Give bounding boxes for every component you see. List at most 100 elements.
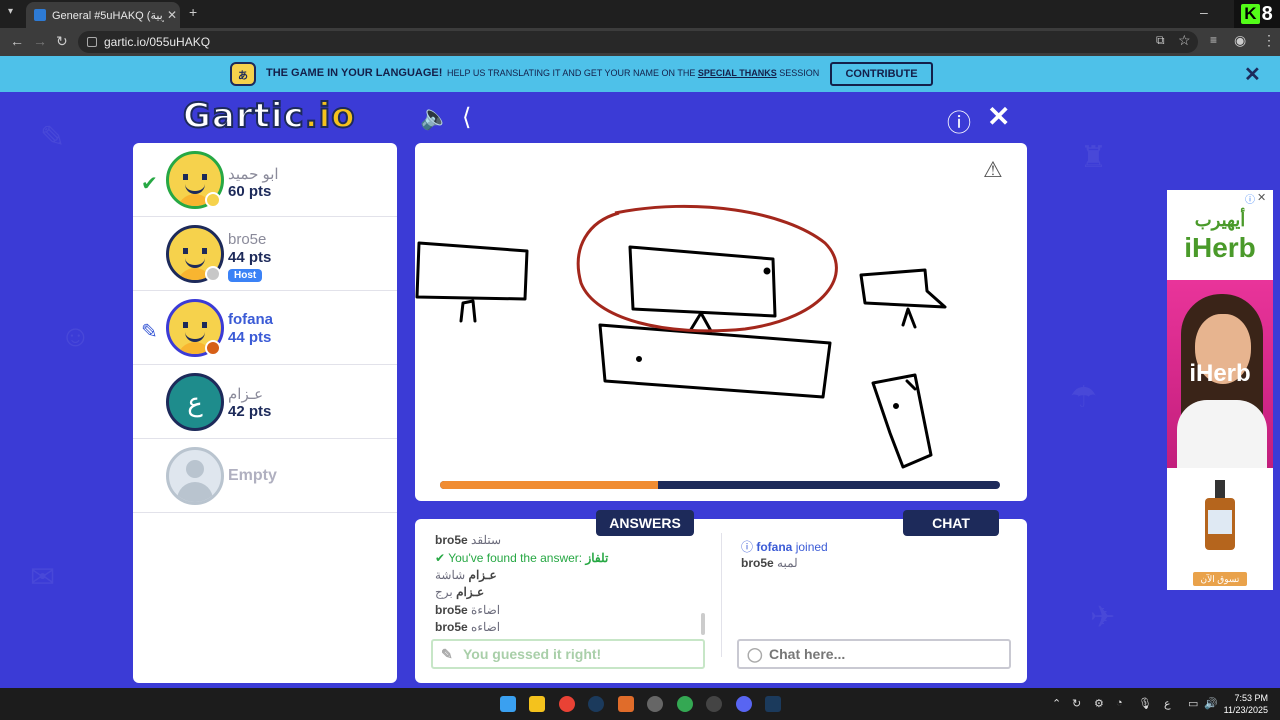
install-app-icon[interactable]: ⧉	[1156, 33, 1165, 48]
minimize-window-icon[interactable]: –	[1200, 4, 1208, 20]
banner-text-before: HELP US TRANSLATING IT AND GET YOUR NAME…	[447, 68, 698, 78]
player-name: عـزام	[228, 386, 264, 403]
banner-text: HELP US TRANSLATING IT AND GET YOUR NAME…	[447, 68, 819, 78]
start-menu-icon[interactable]	[500, 696, 516, 712]
player-name: Empty	[228, 467, 277, 484]
close-tab-icon[interactable]: ✕	[164, 8, 180, 22]
site-info-icon[interactable]	[87, 37, 97, 47]
drawing-stroke	[763, 267, 771, 275]
exit-icon[interactable]: ✕	[987, 100, 1010, 133]
answer-message: عـزام برج	[435, 585, 484, 599]
tray-overflow-icon[interactable]: ⌃	[1052, 697, 1061, 710]
translation-banner: あ THE GAME IN YOUR LANGUAGE! HELP US TRA…	[0, 56, 1280, 92]
affinity-icon[interactable]	[618, 696, 634, 712]
network-icon[interactable]: ▭	[1188, 697, 1198, 710]
chrome-profile-icon[interactable]	[677, 696, 693, 712]
background-doodle: ☺	[60, 320, 91, 353]
kick-badge: K 8	[1234, 0, 1280, 28]
tray-app-icon[interactable]: ⚙	[1094, 697, 1104, 710]
message-user: bro5e	[741, 556, 774, 570]
settings-gear-icon[interactable]	[647, 696, 663, 712]
steam-icon[interactable]	[588, 696, 604, 712]
avatar-letter: ع	[187, 386, 203, 417]
browser-address-bar: ← → ↻ gartic.io/055uHAKQ ⧉ ☆ ≡ ◉ ⋮	[0, 28, 1280, 56]
drawing-stroke	[901, 307, 917, 329]
player-row[interactable]: bro5e 44 pts Host	[133, 217, 397, 291]
drawing-stroke	[893, 403, 899, 409]
file-explorer-icon[interactable]	[529, 696, 545, 712]
answers-tab[interactable]: ANSWERS	[596, 510, 694, 536]
message-user: عـزام	[456, 585, 485, 599]
chrome-icon[interactable]	[559, 696, 575, 712]
drawing-stroke	[415, 241, 529, 301]
browser-menu-icon[interactable]: ⋮	[1262, 32, 1276, 49]
background-doodle: ✈	[1090, 601, 1116, 634]
bookmark-star-icon[interactable]: ☆	[1178, 32, 1191, 49]
ad-brand: iHerb	[1184, 232, 1256, 263]
new-tab-icon[interactable]: +	[189, 4, 197, 20]
clock-date: 11/23/2025	[1223, 705, 1268, 715]
info-icon[interactable]: ⓘ	[947, 103, 971, 138]
banner-text-after: SESSION	[776, 68, 820, 78]
media-controls-icon[interactable]: ≡	[1210, 33, 1217, 47]
drawing-stroke	[859, 268, 947, 309]
keyboard-language[interactable]: ع	[1164, 697, 1171, 710]
message-user: bro5e	[435, 620, 468, 634]
logo-main: Gartic	[182, 95, 305, 137]
player-name: ابو حميد	[228, 166, 279, 183]
ad-close-icon[interactable]: ✕	[1257, 191, 1266, 204]
special-thanks-link[interactable]: SPECIAL THANKS	[698, 68, 777, 78]
taskbar-clock[interactable]: 7:53 PM 11/23/2025	[1224, 692, 1268, 716]
share-icon[interactable]: ⟨	[462, 103, 471, 132]
url-field[interactable]: gartic.io/055uHAKQ	[78, 31, 1198, 53]
tray-vpn-icon[interactable]: ◔	[1116, 697, 1123, 709]
forward-icon[interactable]: →	[33, 33, 47, 49]
browser-tab[interactable]: General #5uHAKQ (العربية) - Ga ✕	[26, 2, 180, 28]
tab-title: General #5uHAKQ (العربية) - Ga	[52, 9, 164, 22]
message-text: لمبه	[777, 556, 798, 570]
close-banner-icon[interactable]: ✕	[1244, 62, 1261, 87]
iherb-ad[interactable]: ⓘ ✕ أيهيرب iHerb iHerb تسوق الآن	[1167, 190, 1273, 590]
ad-shop-now-button[interactable]: تسوق الآن	[1193, 572, 1247, 586]
reload-icon[interactable]: ↻	[56, 33, 68, 50]
tab-list-icon[interactable]: ▾	[8, 6, 13, 17]
answer-input[interactable]: ✎ You guessed it right!	[431, 639, 705, 669]
report-warning-icon[interactable]: ⚠	[983, 157, 1003, 183]
volume-icon[interactable]: 🔊	[1204, 697, 1218, 710]
steam-app-icon[interactable]	[765, 696, 781, 712]
answer-placeholder: You guessed it right!	[463, 646, 602, 662]
profile-avatar-icon[interactable]: ◉	[1234, 32, 1246, 49]
sound-icon[interactable]: 🔈	[420, 103, 450, 132]
drawing-stroke	[905, 379, 917, 391]
obs-icon[interactable]	[706, 696, 722, 712]
joined-text: joined	[795, 540, 828, 554]
player-row[interactable]: ✎ fofana 44 pts	[133, 291, 397, 365]
drawing-canvas[interactable]: ⚠	[415, 143, 1027, 501]
drawing-stroke	[628, 245, 777, 318]
player-row[interactable]: ع عـزام 42 pts	[133, 365, 397, 439]
back-icon[interactable]: ←	[10, 33, 24, 49]
status-dot	[205, 192, 221, 208]
avatar: ع	[166, 373, 224, 431]
logo-suffix: .io	[304, 95, 356, 137]
pencil-icon: ✎	[441, 646, 453, 662]
ad-info-icon[interactable]: ⓘ	[1245, 191, 1255, 206]
ad-photo-brand: iHerb	[1189, 360, 1251, 387]
chat-tab[interactable]: CHAT	[903, 510, 999, 536]
player-points: 44 pts	[228, 249, 272, 266]
joined-user: fofana	[756, 540, 793, 554]
contribute-button[interactable]: CONTRIBUTE	[830, 62, 933, 86]
status-dot	[205, 266, 221, 282]
tray-mic-icon[interactable]: 🎙	[1138, 697, 1152, 710]
chat-input[interactable]: ◯ Chat here...	[737, 639, 1011, 669]
answer-message: bro5e ستلقد	[435, 533, 501, 547]
tray-sync-icon[interactable]: ↻	[1072, 697, 1081, 710]
banner-title: THE GAME IN YOUR LANGUAGE!	[266, 67, 443, 79]
status-dot	[205, 340, 221, 356]
background-doodle: ☂	[1070, 381, 1097, 414]
answers-scrollbar[interactable]	[701, 613, 705, 635]
discord-icon[interactable]	[736, 696, 752, 712]
browser-tab-bar: ▾ General #5uHAKQ (العربية) - Ga ✕ + – K…	[0, 0, 1280, 28]
player-row[interactable]: ✔ ابو حميد 60 pts	[133, 143, 397, 217]
gartic-favicon-icon	[34, 9, 46, 21]
